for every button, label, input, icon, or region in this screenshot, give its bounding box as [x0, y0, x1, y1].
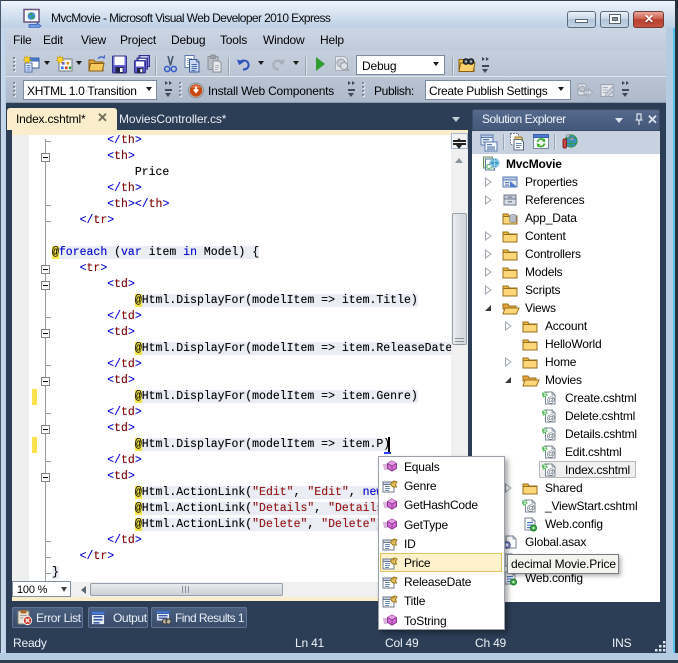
svg-text:#: # [543, 447, 546, 453]
svg-text:@: @ [547, 413, 556, 423]
svg-text:#: # [543, 393, 546, 399]
svg-text:@: @ [547, 467, 556, 477]
svg-text:#: # [543, 429, 546, 435]
svg-text:@: @ [547, 395, 556, 405]
svg-text:@: @ [547, 431, 556, 441]
svg-text:#: # [523, 501, 526, 507]
svg-text:@: @ [547, 449, 556, 459]
svg-text:@: @ [527, 503, 536, 513]
svg-text:#: # [543, 465, 546, 471]
svg-text:#: # [543, 411, 546, 417]
